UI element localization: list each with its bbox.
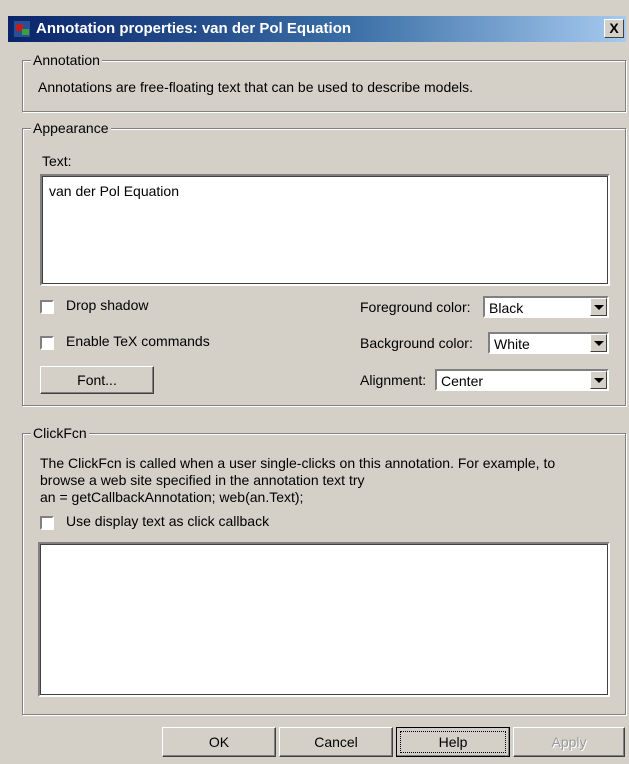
chevron-down-icon[interactable] xyxy=(590,298,607,316)
enable-tex-checkbox[interactable] xyxy=(40,336,54,350)
click-callback-input[interactable] xyxy=(38,542,610,697)
alignment-value: Center xyxy=(441,373,484,389)
cancel-button[interactable]: Cancel xyxy=(279,727,393,757)
use-display-text-checkbox[interactable] xyxy=(40,516,54,530)
annotation-properties-dialog: Annotation properties: van der Pol Equat… xyxy=(0,0,629,764)
annotation-group-legend: Annotation xyxy=(31,52,102,68)
use-display-text-label[interactable]: Use display text as click callback xyxy=(66,513,269,529)
clickfcn-description-line3: an = getCallbackAnnotation; web(an.Text)… xyxy=(40,489,304,505)
title-bar[interactable]: Annotation properties: van der Pol Equat… xyxy=(8,16,626,42)
background-color-label: Background color: xyxy=(360,335,473,351)
clickfcn-description-line2: browse a web site specified in the annot… xyxy=(40,472,365,488)
appearance-group-legend: Appearance xyxy=(31,120,111,136)
font-button-label: Font... xyxy=(77,372,117,388)
close-button[interactable]: X xyxy=(604,19,624,38)
chevron-down-icon[interactable] xyxy=(590,334,607,352)
clickfcn-description-line1: The ClickFcn is called when a user singl… xyxy=(40,455,556,471)
text-label: Text: xyxy=(42,153,72,169)
alignment-select[interactable]: Center xyxy=(435,369,609,391)
background-color-select[interactable]: White xyxy=(488,332,609,354)
apply-button[interactable]: Apply xyxy=(513,727,625,757)
alignment-label: Alignment: xyxy=(360,372,427,388)
ok-button[interactable]: OK xyxy=(162,727,276,757)
drop-shadow-label[interactable]: Drop shadow xyxy=(66,297,149,313)
enable-tex-label[interactable]: Enable TeX commands xyxy=(66,333,210,349)
annotation-text-input[interactable]: van der Pol Equation xyxy=(40,174,610,286)
foreground-color-select[interactable]: Black xyxy=(483,296,609,318)
foreground-color-label: Foreground color: xyxy=(360,299,471,315)
clickfcn-group-legend: ClickFcn xyxy=(31,425,89,441)
annotation-description: Annotations are free-floating text that … xyxy=(38,79,474,95)
foreground-color-value: Black xyxy=(489,300,524,316)
annotation-text-value: van der Pol Equation xyxy=(49,183,179,199)
drop-shadow-checkbox[interactable] xyxy=(40,300,54,314)
window-title: Annotation properties: van der Pol Equat… xyxy=(36,20,352,37)
chevron-down-icon[interactable] xyxy=(590,371,607,389)
apply-button-label: Apply xyxy=(551,734,587,750)
help-button-label: Help xyxy=(438,734,468,750)
ok-button-label: OK xyxy=(208,734,230,750)
help-button[interactable]: Help xyxy=(396,727,510,757)
simulink-app-icon xyxy=(13,20,31,38)
font-button[interactable]: Font... xyxy=(40,366,154,394)
cancel-button-label: Cancel xyxy=(314,734,358,750)
background-color-value: White xyxy=(494,336,530,352)
